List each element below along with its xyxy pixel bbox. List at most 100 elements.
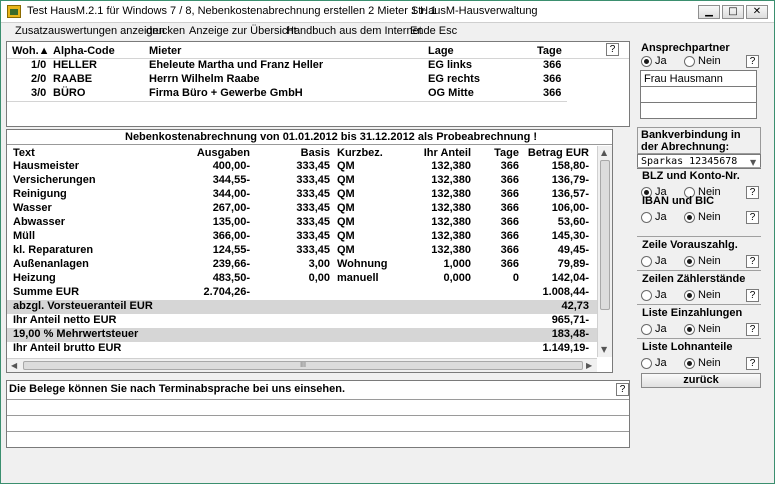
ja-radio[interactable] bbox=[641, 212, 652, 223]
ansprechpartner-input[interactable]: Frau Hausmann bbox=[640, 70, 757, 87]
option-help-button[interactable]: ? bbox=[746, 289, 759, 302]
billing-row[interactable]: Abwasser 135,00- 333,45 QM 132,380 366 53,60- bbox=[7, 216, 597, 230]
col-basis[interactable]: Basis bbox=[301, 147, 330, 159]
col-mieter[interactable]: Mieter bbox=[149, 45, 181, 57]
option-group: Liste Lohnanteile Ja Nein? bbox=[637, 338, 765, 372]
tenant-tage: 366 bbox=[543, 73, 562, 85]
scroll-down-icon[interactable]: ▼ bbox=[601, 345, 607, 354]
close-button[interactable]: ✕ bbox=[746, 5, 768, 19]
table-row[interactable]: 2/0 RAABE Herrn Wilhelm Raabe EG rechts … bbox=[7, 73, 567, 87]
tenant-alpha: RAABE bbox=[53, 73, 93, 85]
col-alpha-code[interactable]: Alpha-Code bbox=[53, 45, 115, 57]
col-ausgaben[interactable]: Ausgaben bbox=[197, 147, 250, 159]
summary-row[interactable]: 19,00 % Mehrwertsteuer 183,48- bbox=[7, 328, 597, 342]
menu-drucken[interactable]: drucken bbox=[146, 25, 185, 37]
nein-radio[interactable] bbox=[684, 324, 695, 335]
ja-label: Ja bbox=[655, 357, 667, 369]
billing-kurz: QM bbox=[337, 188, 355, 200]
scroll-thumb[interactable] bbox=[600, 160, 610, 310]
billing-ausgaben: 267,00- bbox=[212, 202, 250, 214]
nein-radio[interactable] bbox=[684, 358, 695, 369]
option-separator bbox=[637, 167, 761, 168]
notes-help-button[interactable]: ? bbox=[616, 383, 629, 396]
col-kurzbez[interactable]: Kurzbez. bbox=[337, 147, 383, 159]
billing-ausgaben: 366,00- bbox=[212, 230, 250, 242]
notes-text: Die Belege können Sie nach Terminabsprac… bbox=[9, 383, 346, 395]
ansprechpartner-line-2[interactable] bbox=[640, 86, 757, 103]
col-lage[interactable]: Lage bbox=[428, 45, 454, 57]
billing-row[interactable]: Heizung 483,50- 0,00 manuell 0,000 0 142,04- bbox=[7, 272, 597, 286]
menu-handbuch[interactable]: Handbuch aus dem Internet bbox=[286, 25, 422, 37]
billing-basis: 333,45 bbox=[296, 160, 330, 172]
maximize-button[interactable]: □ bbox=[722, 5, 744, 19]
billing-ausgaben: 344,00- bbox=[212, 188, 250, 200]
billing-column-header: Text Ausgaben Basis Kurzbez. Ihr Anteil … bbox=[7, 146, 597, 160]
billing-basis: 333,45 bbox=[296, 188, 330, 200]
billing-row[interactable]: Versicherungen 344,55- 333,45 QM 132,380 366 1… bbox=[7, 174, 597, 188]
scroll-right-icon[interactable]: ▶ bbox=[586, 361, 592, 370]
summary-text: 19,00 % Mehrwertsteuer bbox=[13, 328, 139, 340]
summary-betrag: 1.008,44- bbox=[542, 286, 589, 298]
summary-row[interactable]: Ihr Anteil brutto EUR 1.149,19- bbox=[7, 342, 597, 356]
option-help-button[interactable]: ? bbox=[746, 211, 759, 224]
option-help-button[interactable]: ? bbox=[746, 255, 759, 268]
billing-hscrollbar[interactable]: ◀ III ▶ bbox=[7, 358, 597, 372]
billing-header: Nebenkostenabrechnung von 01.01.2012 bis… bbox=[125, 131, 538, 143]
col-betrag[interactable]: Betrag EUR bbox=[528, 147, 589, 159]
option-help-button[interactable]: ? bbox=[746, 357, 759, 370]
ansprechpartner-value: Frau Hausmann bbox=[644, 73, 723, 85]
minimize-button[interactable]: ▁ bbox=[698, 5, 720, 19]
ja-radio[interactable] bbox=[641, 324, 652, 335]
summary-text: Summe EUR bbox=[13, 286, 80, 298]
option-help-button[interactable]: ? bbox=[746, 323, 759, 336]
summary-row[interactable]: Summe EUR 2.704,26- 1.008,44- bbox=[7, 286, 597, 300]
col-tage[interactable]: Tage bbox=[494, 147, 519, 159]
col-tage[interactable]: Tage bbox=[537, 45, 562, 57]
tenants-help-button[interactable]: ? bbox=[606, 43, 619, 56]
summary-row[interactable]: Ihr Anteil netto EUR 965,71- bbox=[7, 314, 597, 328]
billing-vscrollbar[interactable]: ▲ ▼ bbox=[597, 146, 612, 357]
menu-ende[interactable]: Ende Esc bbox=[410, 25, 457, 37]
table-row[interactable]: 1/0 HELLER Eheleute Martha und Franz Hel… bbox=[7, 59, 567, 73]
scroll-left-icon[interactable]: ◀ bbox=[11, 361, 17, 370]
col-ihr-anteil[interactable]: Ihr Anteil bbox=[424, 147, 471, 159]
chevron-down-icon[interactable]: ▼ bbox=[750, 158, 756, 167]
table-row[interactable]: 3/0 BÜRO Firma Büro + Gewerbe GmbH OG Mi… bbox=[7, 87, 567, 101]
nein-radio[interactable] bbox=[684, 256, 695, 267]
billing-kurz: QM bbox=[337, 202, 355, 214]
ansprechpartner-nein-radio[interactable] bbox=[684, 56, 695, 67]
back-button[interactable]: zurück bbox=[641, 373, 761, 388]
billing-row[interactable]: Müll 366,00- 333,45 QM 132,380 366 145,30- bbox=[7, 230, 597, 244]
notes-box[interactable]: Die Belege können Sie nach Terminabsprac… bbox=[6, 380, 630, 448]
scroll-up-icon[interactable]: ▲ bbox=[601, 148, 607, 157]
billing-row[interactable]: kl. Reparaturen 124,55- 333,45 QM 132,380 366… bbox=[7, 244, 597, 258]
ansprechpartner-line-3[interactable] bbox=[640, 102, 757, 119]
ja-radio[interactable] bbox=[641, 290, 652, 301]
summary-betrag: 965,71- bbox=[551, 314, 589, 326]
billing-kurz: QM bbox=[337, 160, 355, 172]
summary-text: Ihr Anteil brutto EUR bbox=[13, 342, 122, 354]
nein-radio[interactable] bbox=[684, 290, 695, 301]
billing-betrag: 79,89- bbox=[557, 258, 589, 270]
ja-label: Ja bbox=[655, 289, 667, 301]
tenant-lage: EG rechts bbox=[428, 73, 480, 85]
summary-text: Ihr Anteil netto EUR bbox=[13, 314, 117, 326]
billing-anteil: 132,380 bbox=[431, 244, 471, 256]
col-text[interactable]: Text bbox=[13, 147, 35, 159]
summary-row[interactable]: abzgl. Vorsteueranteil EUR 42,73 bbox=[7, 300, 597, 314]
billing-row[interactable]: Hausmeister 400,00- 333,45 QM 132,380 366 158,… bbox=[7, 160, 597, 174]
ansprechpartner-ja-radio[interactable] bbox=[641, 56, 652, 67]
billing-row[interactable]: Wasser 267,00- 333,45 QM 132,380 366 106,00- bbox=[7, 202, 597, 216]
hscroll-thumb[interactable]: III bbox=[23, 361, 583, 370]
ja-radio[interactable] bbox=[641, 358, 652, 369]
ja-radio[interactable] bbox=[641, 256, 652, 267]
billing-row[interactable]: Außenanlagen 239,66- 3,00 Wohnung 1,000 366 79… bbox=[7, 258, 597, 272]
billing-row[interactable]: Reinigung 344,00- 333,45 QM 132,380 366 136,57… bbox=[7, 188, 597, 202]
menu-anzeige-uebersicht[interactable]: Anzeige zur Übersicht bbox=[189, 25, 297, 37]
ansprechpartner-help-button[interactable]: ? bbox=[746, 55, 759, 68]
tenant-alpha: BÜRO bbox=[53, 87, 86, 99]
menu-zusatzauswertungen[interactable]: Zusatzauswertungen anzeigen bbox=[15, 25, 165, 37]
nein-radio[interactable] bbox=[684, 212, 695, 223]
option-label: Liste Lohnanteile bbox=[642, 341, 733, 353]
col-woh[interactable]: Woh.▲ bbox=[12, 45, 50, 57]
